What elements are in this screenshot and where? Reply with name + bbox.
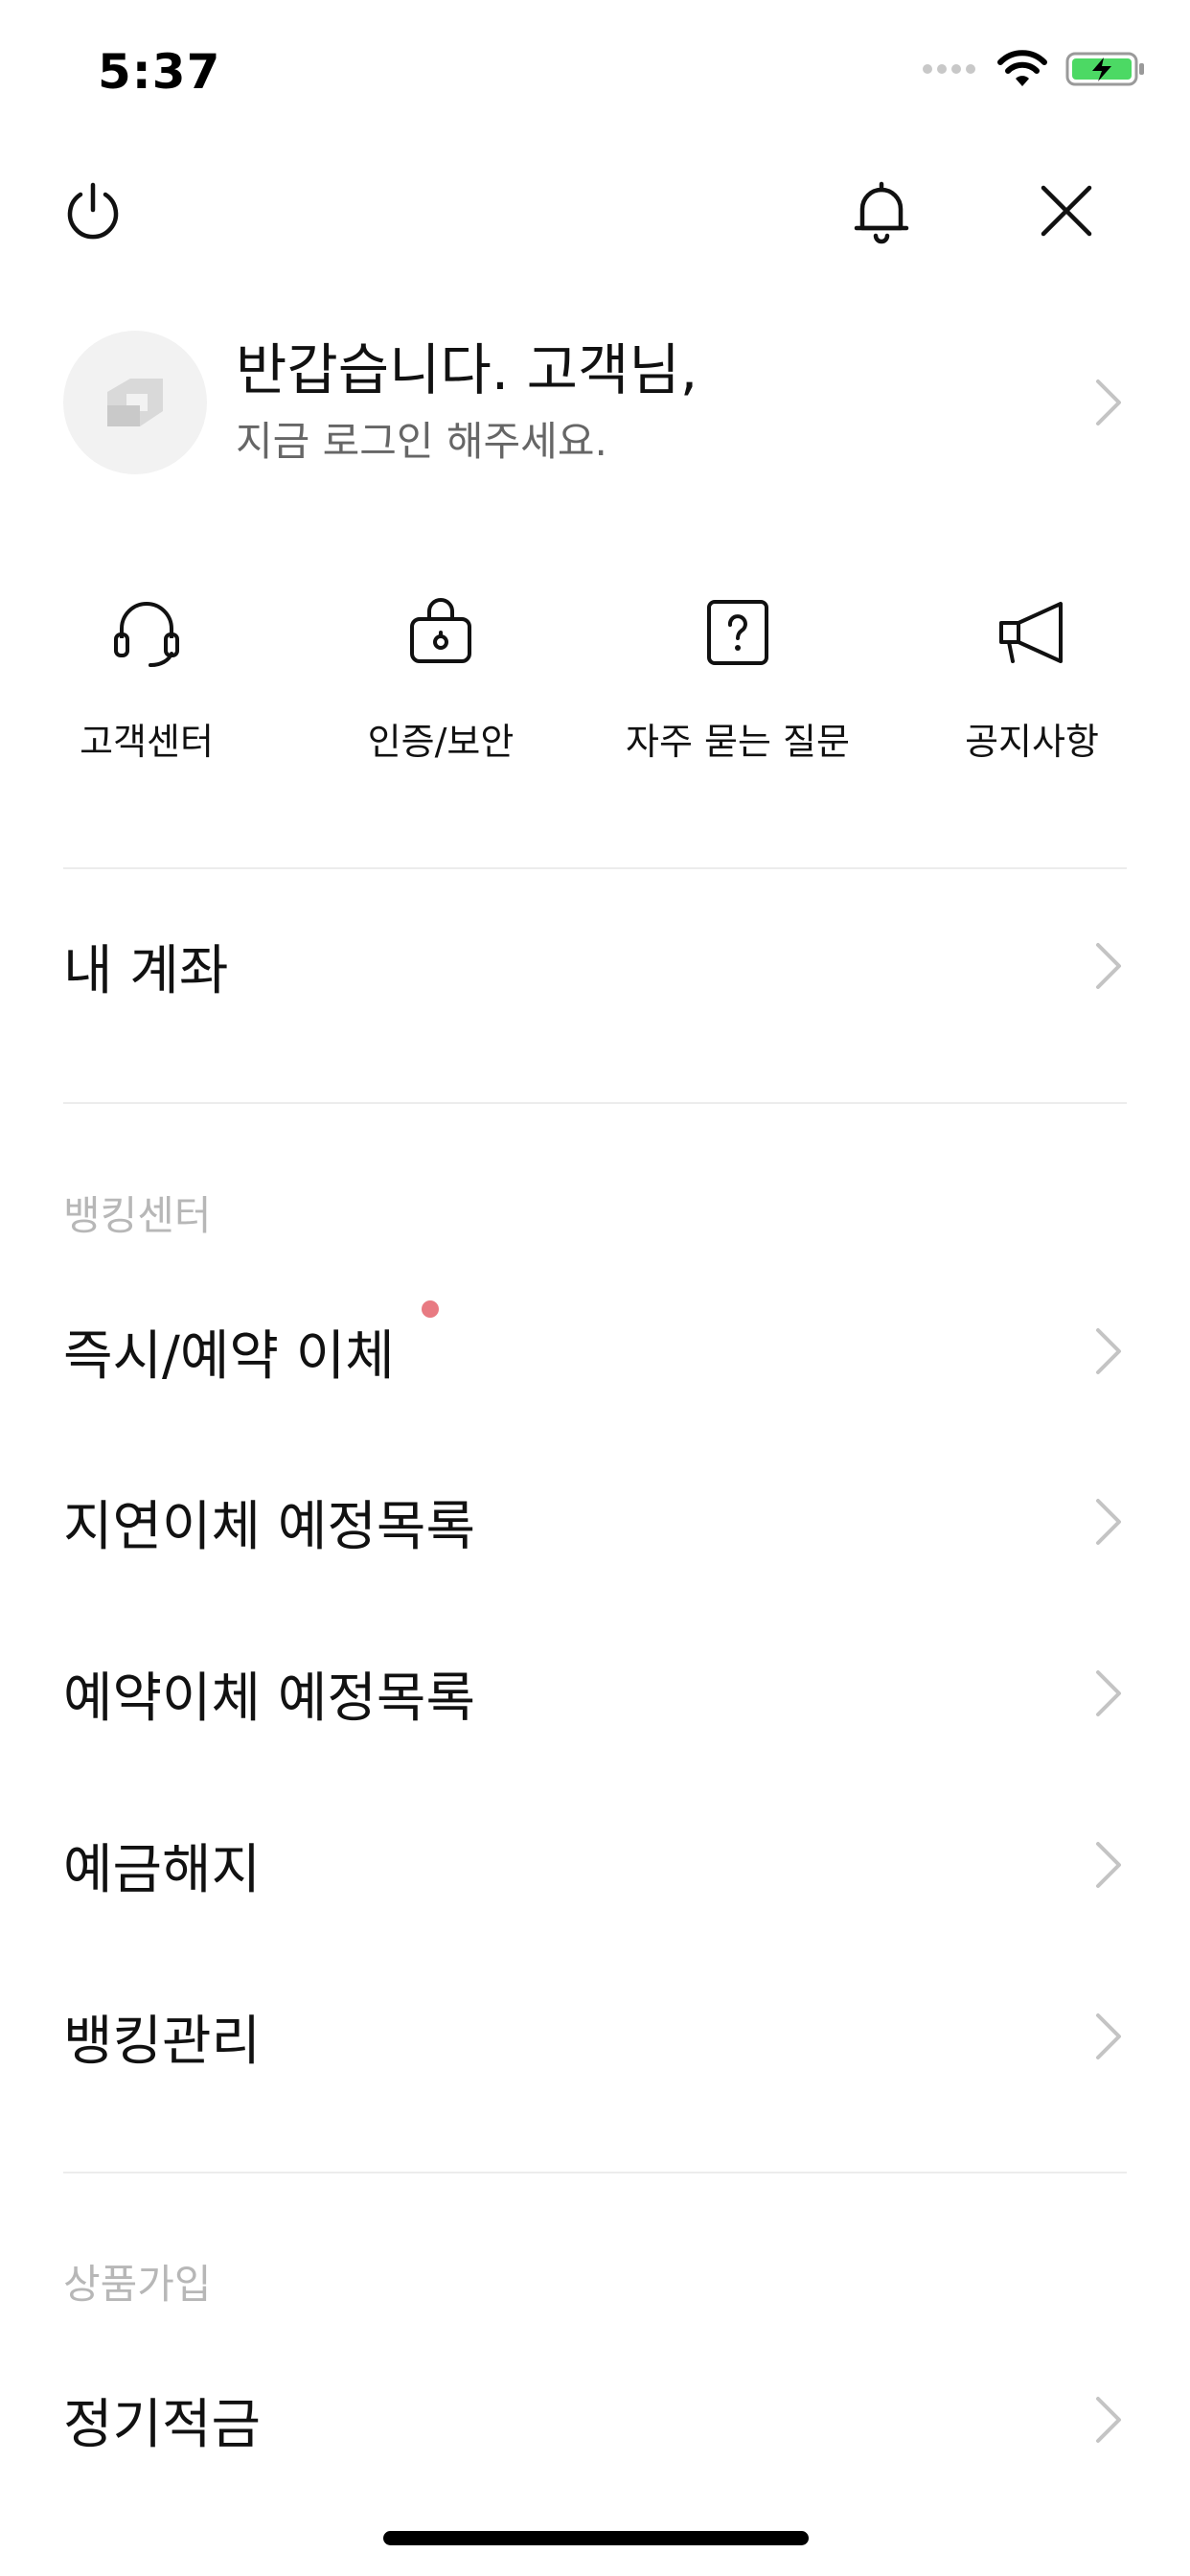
menu-item-label: 정기적금 [63,2393,262,2456]
menu-item-banking-management[interactable]: 뱅킹관리 [63,1979,1127,2094]
question-icon [707,600,768,665]
home-indicator[interactable] [383,2531,809,2545]
menu-item-label: 지연이체 예정목록 [63,1495,475,1558]
chevron-right-icon [1096,943,1121,989]
quick-item-label: 인증/보안 [367,721,515,763]
avatar [63,331,207,474]
quick-item-customer-center[interactable]: 고객센터 [3,589,290,781]
divider [63,867,1127,869]
chevron-right-icon [1096,1842,1121,1888]
chevron-right-icon [1096,2397,1121,2443]
power-icon [67,182,119,240]
menu-item-instant-transfer[interactable]: 즉시/예약 이체 [63,1294,1127,1409]
power-button[interactable] [50,168,136,254]
bank-logo-icon [107,379,163,426]
quick-item-label: 공지사항 [965,721,1099,763]
megaphone-icon [999,602,1063,663]
menu-item-deposit-cancel[interactable]: 예금해지 [63,1807,1127,1922]
menu-item-label: 즉시/예약 이체 [63,1324,395,1388]
quick-item-faq[interactable]: 자주 묻는 질문 [594,589,881,781]
menu-item-my-account[interactable]: 내 계좌 [63,908,1127,1024]
battery-charging-icon [1065,52,1144,86]
quick-item-notice[interactable]: 공지사항 [888,589,1176,781]
lock-bag-icon [410,598,471,663]
menu-item-delayed-transfer-list[interactable]: 지연이체 예정목록 [63,1464,1127,1579]
bell-icon [854,181,909,244]
menu-item-label: 예약이체 예정목록 [63,1667,475,1730]
menu-item-label: 뱅킹관리 [63,2010,262,2073]
divider [63,2172,1127,2174]
quick-item-label: 자주 묻는 질문 [626,721,850,763]
top-bar [0,168,1190,254]
chevron-right-icon [1096,1499,1121,1545]
section-title-products: 상품가입 [63,2261,212,2308]
wifi-icon [997,50,1047,86]
greeting-text: 반갑습니다. 고객님, [236,336,698,402]
menu-item-label: 예금해지 [63,1838,262,1901]
chevron-right-icon [1096,2013,1121,2059]
chevron-right-icon [1096,1670,1121,1716]
login-subtitle: 지금 로그인 해주세요. [236,418,607,466]
status-time: 5:37 [98,44,221,100]
headset-icon [114,602,179,668]
close-icon [1041,185,1092,237]
chevron-right-icon [1096,1328,1121,1374]
status-icons [922,50,1146,88]
notification-button[interactable] [838,168,925,254]
divider [63,1102,1127,1104]
quick-menu: 고객센터 인증/보안 자주 묻는 질문 공지사항 [0,589,1190,781]
quick-item-label: 고객센터 [80,721,214,763]
status-bar: 5:37 [0,0,1190,144]
close-button[interactable] [1023,168,1110,254]
login-prompt[interactable]: 반갑습니다. 고객님, 지금 로그인 해주세요. [63,326,1127,479]
cellular-signal-icon [923,64,975,74]
menu-item-installment-savings[interactable]: 정기적금 [63,2362,1127,2477]
menu-item-scheduled-transfer-list[interactable]: 예약이체 예정목록 [63,1636,1127,1751]
menu-item-label: 내 계좌 [63,939,229,1002]
new-badge-dot [422,1300,439,1318]
chevron-right-icon [1096,380,1121,426]
section-title-banking-center: 뱅킹센터 [63,1192,212,1239]
quick-item-security[interactable]: 인증/보안 [297,589,584,781]
